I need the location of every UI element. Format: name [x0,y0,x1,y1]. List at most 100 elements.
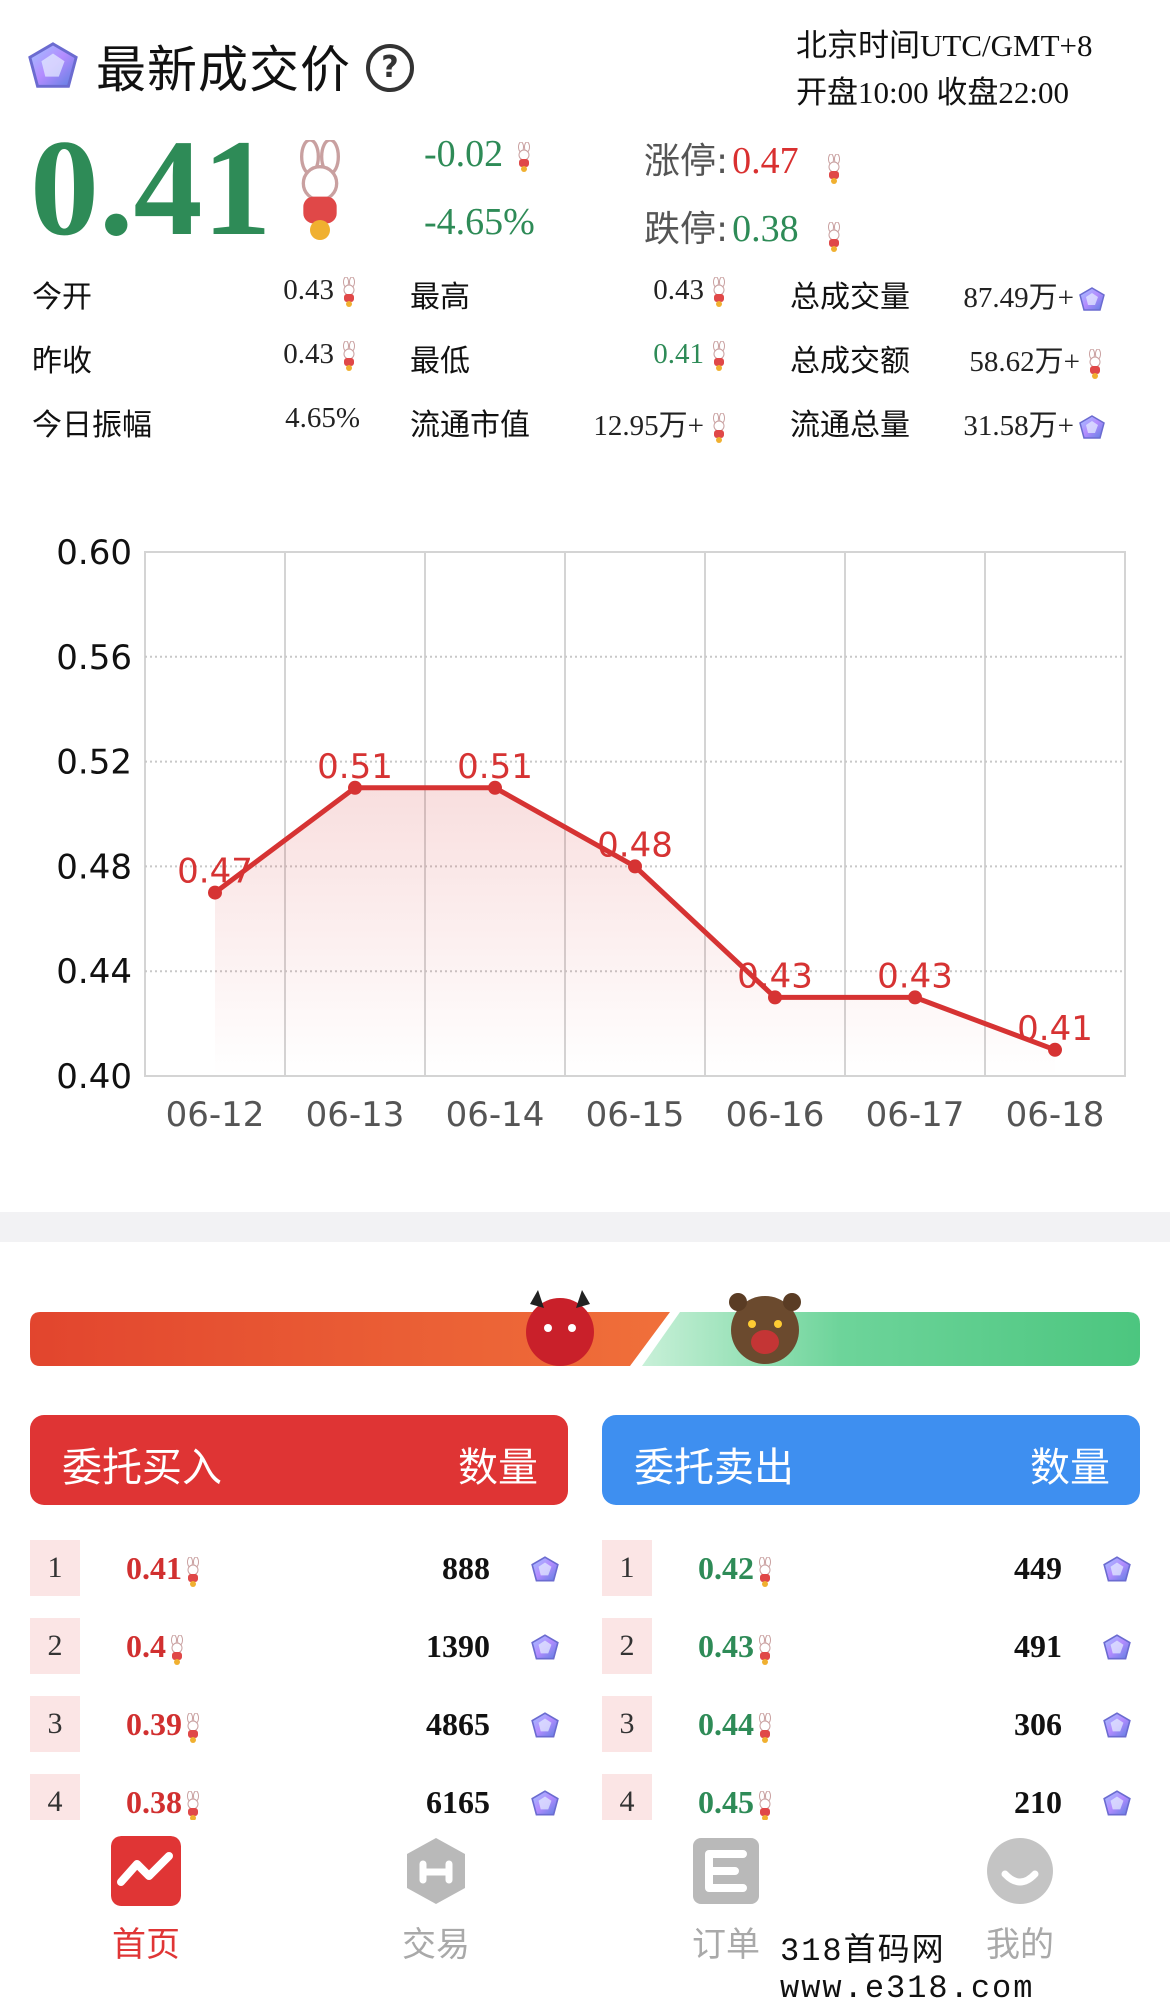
data-label: 0.48 [597,825,673,865]
stat-value: 0.43 [283,274,360,307]
market-hours: 北京时间UTC/GMT+8 开盘10:00 收盘22:00 [796,22,1136,116]
order-rank: 1 [30,1540,80,1596]
order-row: 3 0.44 306 [602,1696,1140,1758]
sell-orders-title: 委托卖出 [634,1445,794,1491]
sell-qty-title: 数量 [1030,1445,1110,1491]
hexagon-exchange-icon [407,1838,465,1904]
order-quantity: 491 [1014,1628,1062,1664]
order-price: 0.41 [126,1550,204,1587]
stat-value-text: 0.43 [283,338,334,370]
order-rank: 2 [30,1618,80,1674]
price-change-pct: -4.65% [424,201,535,243]
stat-label: 最高 [410,280,470,315]
gem-icon [530,1634,560,1662]
data-label: 0.43 [877,956,953,996]
order-rank: 1 [602,1540,652,1596]
stat-value: 4.65% [285,402,360,435]
rabbit-mascot-icon [754,1791,776,1821]
stat-label: 今日振幅 [32,408,152,443]
order-price: 0.42 [698,1550,776,1587]
buy-orders-header: 委托买入 数量 [30,1415,568,1505]
order-quantity: 449 [1014,1550,1062,1586]
order-price-text: 0.38 [126,1784,182,1820]
order-list-icon [693,1838,759,1904]
limit-up-label: 涨停: [644,141,729,182]
bull-bear-bar [30,1290,1140,1366]
order-quantity: 210 [1014,1784,1062,1820]
data-label: 0.51 [457,747,533,787]
stat-value-text: 31.58万+ [963,410,1074,442]
stat-value-text: 87.49万+ [963,282,1074,314]
rabbit-mascot-icon [280,140,360,240]
order-rank: 2 [602,1618,652,1674]
rabbit-mascot-icon [708,341,730,371]
price-change: -0.02 [424,132,535,176]
order-row: 2 0.4 1390 [30,1618,568,1680]
order-price: 0.44 [698,1706,776,1743]
nav-trade[interactable]: 交易 [356,1836,516,1966]
x-tick-label: 06-13 [306,1095,405,1135]
order-rank: 3 [602,1696,652,1752]
stat-label: 流通市值 [410,408,530,443]
stat-value-text: 4.65% [285,402,360,434]
stat-value-text: 0.43 [283,274,334,306]
rabbit-mascot-icon [338,277,360,307]
limit-down-label: 跌停: [644,209,729,250]
watermark-text: 318首码网 www.e318.com [780,1933,1035,2007]
y-tick-label: 0.44 [56,952,132,992]
stat-value-text: 0.43 [653,274,704,306]
stat-value-text: 0.41 [653,338,704,370]
rabbit-mascot-icon [513,142,535,172]
gem-icon [1078,287,1106,313]
order-row: 1 0.41 888 [30,1540,568,1602]
order-quantity: 1390 [426,1628,490,1664]
stat-label: 总成交额 [790,344,910,379]
y-tick-label: 0.56 [56,638,132,678]
order-price-text: 0.45 [698,1784,754,1820]
order-price-text: 0.4 [126,1628,166,1664]
stat-value: 0.43 [653,274,730,307]
order-price-text: 0.43 [698,1628,754,1664]
gem-icon [1078,415,1106,441]
stat-value: 12.95万+ [593,402,730,444]
order-quantity: 306 [1014,1706,1062,1742]
stat-value-text: 58.62万+ [969,346,1080,378]
sell-orders-header: 委托卖出 数量 [602,1415,1140,1505]
order-price: 0.38 [126,1784,204,1821]
rabbit-mascot-icon [823,154,845,184]
x-tick-label: 06-15 [586,1095,685,1135]
order-quantity: 888 [442,1550,490,1586]
order-price: 0.43 [698,1628,776,1665]
stat-value: 87.49万+ [963,274,1106,316]
rabbit-mascot-icon [823,222,845,252]
stat-label: 今开 [32,280,92,315]
order-row: 2 0.43 491 [602,1618,1140,1680]
help-icon[interactable]: ? [366,44,414,92]
x-tick-label: 06-18 [1006,1095,1105,1135]
data-label: 0.47 [177,852,253,892]
limit-down-row: 跌停: 0.38 [644,200,845,252]
order-quantity: 4865 [426,1706,490,1742]
data-label: 0.41 [1017,1009,1093,1049]
stat-value: 0.43 [283,338,360,371]
gem-icon [26,40,80,94]
nav-trade-label: 交易 [402,1925,470,1965]
last-price: 0.41 [30,111,272,264]
gem-icon [1102,1634,1132,1662]
order-price: 0.4 [126,1628,188,1665]
stat-label: 昨收 [32,344,92,379]
gem-icon [1102,1712,1132,1740]
chart-trend-icon [111,1836,181,1906]
rabbit-mascot-icon [1084,349,1106,379]
data-label: 0.43 [737,956,813,996]
gem-icon [530,1712,560,1740]
nav-home-label: 首页 [112,1925,180,1965]
y-tick-label: 0.60 [56,533,132,573]
nav-home[interactable]: 首页 [66,1836,226,1966]
trading-hours-text: 开盘10:00 收盘22:00 [796,75,1069,110]
y-tick-label: 0.40 [56,1057,132,1097]
stat-label: 最低 [410,344,470,379]
stat-value: 58.62万+ [969,338,1106,380]
smile-face-icon [987,1838,1053,1904]
buy-orders-title: 委托买入 [62,1445,222,1491]
